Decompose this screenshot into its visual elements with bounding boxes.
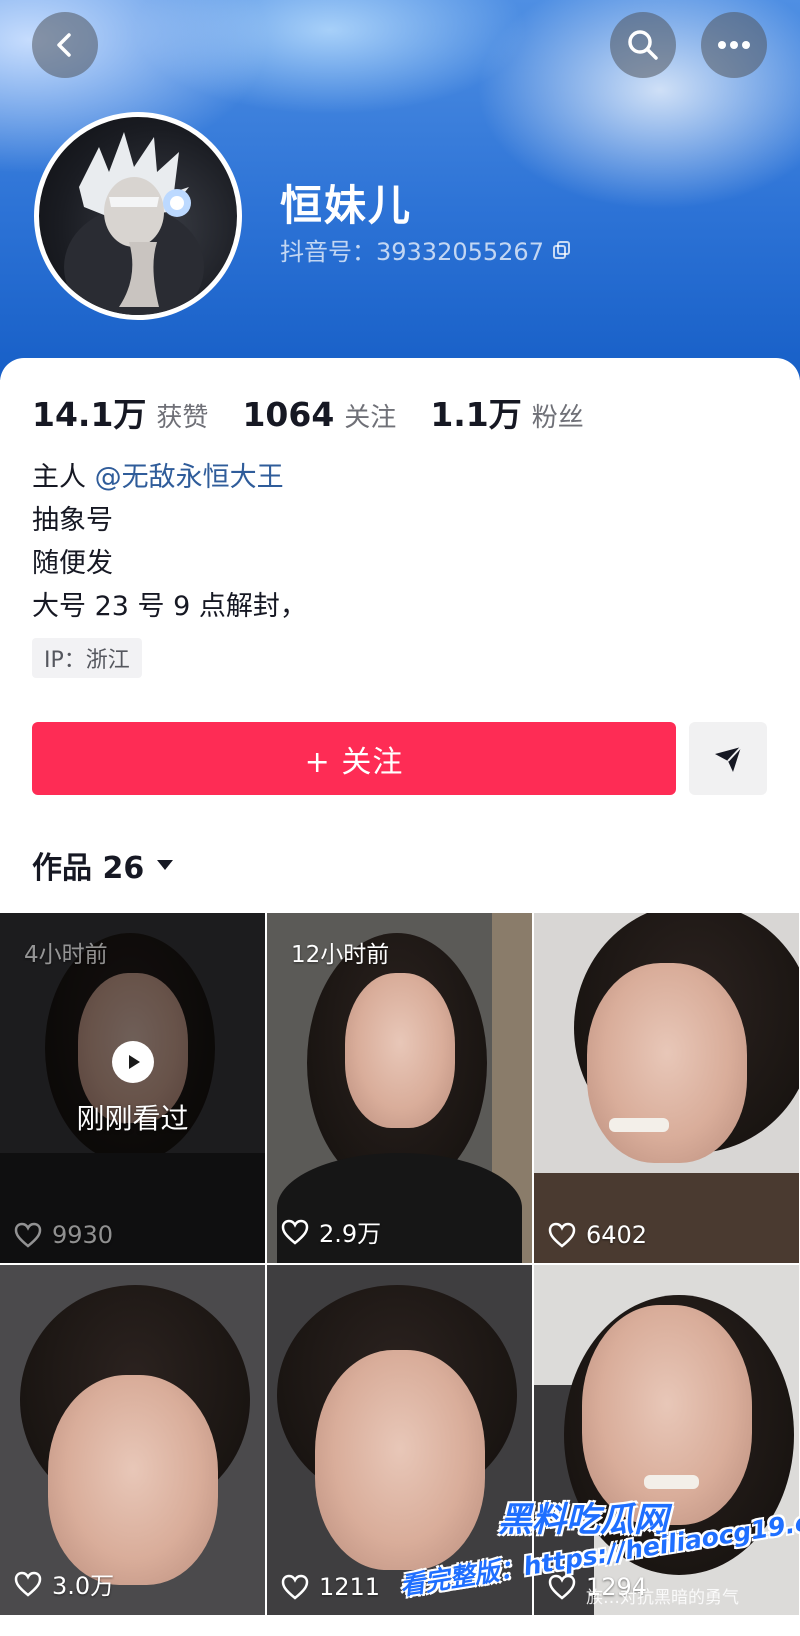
thumbnail-art — [47, 1375, 218, 1585]
stat-value: 1064 — [242, 395, 335, 434]
stat-label: 关注 — [344, 403, 397, 433]
like-count: 9930 — [14, 1221, 113, 1249]
thumbnail-art — [314, 1350, 485, 1570]
like-count-text: 2.9万 — [319, 1220, 382, 1248]
like-count-text: 6402 — [586, 1221, 648, 1249]
video-tile[interactable]: 4小时前 刚刚看过 9930 — [0, 913, 265, 1263]
more-dots-icon — [718, 41, 750, 49]
stat-label: 获赞 — [156, 403, 209, 433]
bio: 主人 @无敌永恒大王 抽象号 随便发 大号 23 号 9 点解封， — [32, 456, 307, 628]
send-icon — [715, 745, 742, 772]
thumbnail-art — [644, 1475, 699, 1489]
caret-down-icon — [157, 860, 174, 870]
avatar[interactable] — [34, 112, 242, 320]
copy-icon[interactable] — [552, 240, 572, 260]
stats-row: 14.1万 获赞 1064 关注 1.1万 粉丝 — [32, 388, 618, 436]
stat-likes[interactable]: 14.1万 获赞 — [32, 388, 208, 436]
like-count: 3.0万 — [14, 1566, 114, 1601]
bio-mention-link[interactable]: @无敌永恒大王 — [95, 462, 284, 493]
heart-icon — [281, 1219, 309, 1245]
play-button — [111, 1041, 154, 1083]
play-icon — [128, 1055, 140, 1069]
bio-line-4: 大号 23 号 9 点解封， — [32, 591, 307, 622]
works-tab[interactable]: 作品 26 — [32, 843, 174, 887]
heart-icon — [14, 1571, 42, 1597]
video-tile[interactable]: 6402 — [534, 913, 799, 1263]
bio-line-1: 主人 @无敌永恒大王 — [32, 456, 307, 499]
heart-icon — [548, 1222, 576, 1248]
like-count: 1211 — [281, 1573, 380, 1601]
avatar-illustration — [64, 132, 204, 315]
like-count: 6402 — [548, 1221, 647, 1249]
chevron-left-icon — [57, 33, 71, 57]
profile-name: 恒妹儿 — [280, 181, 413, 230]
post-time: 4小时前 — [24, 942, 108, 968]
stat-value: 14.1万 — [32, 395, 147, 434]
douyin-id-text: 抖音号：39332055267 — [280, 238, 544, 266]
bio-line-1-prefix: 主人 — [32, 462, 95, 493]
post-time: 12小时前 — [291, 942, 390, 968]
douyin-id[interactable]: 抖音号：39332055267 — [280, 232, 572, 267]
watched-label: 刚刚看过 — [76, 1102, 189, 1135]
like-count-text: 3.0万 — [52, 1572, 115, 1600]
stat-value: 1.1万 — [430, 395, 522, 434]
recently-watched: 刚刚看过 — [0, 1041, 265, 1137]
thumbnail-art — [344, 973, 455, 1128]
ip-location-tag: IP：浙江 — [32, 638, 142, 678]
profile-info-card: 14.1万 获赞 1064 关注 1.1万 粉丝 主人 @无敌永恒大王 抽象号 … — [0, 358, 800, 913]
back-button[interactable] — [32, 12, 98, 78]
bio-line-3: 随便发 — [32, 548, 113, 579]
video-tile[interactable]: 3.0万 — [0, 1265, 265, 1615]
works-label: 作品 26 — [32, 851, 145, 886]
heart-icon — [281, 1574, 309, 1600]
thumbnail-art — [586, 963, 747, 1163]
heart-icon — [14, 1222, 42, 1248]
bio-line-2: 抽象号 — [32, 505, 113, 536]
stat-followers[interactable]: 1.1万 粉丝 — [430, 388, 583, 436]
stat-label: 粉丝 — [531, 403, 584, 433]
thumbnail-art — [609, 1118, 669, 1132]
more-button[interactable] — [701, 12, 767, 78]
video-caption: 族…对抗黑暗的勇气 — [586, 1588, 739, 1608]
video-tile[interactable]: 12小时前 2.9万 — [267, 913, 532, 1263]
like-count: 2.9万 — [281, 1214, 381, 1249]
thumbnail-art — [534, 1173, 799, 1263]
search-icon — [628, 30, 658, 60]
like-count-text: 1211 — [319, 1573, 381, 1601]
follow-button[interactable]: + 关注 — [32, 722, 676, 795]
search-button[interactable] — [610, 12, 676, 78]
like-count-text: 9930 — [52, 1221, 114, 1249]
share-button[interactable] — [689, 722, 767, 795]
stat-following[interactable]: 1064 关注 — [242, 395, 396, 434]
